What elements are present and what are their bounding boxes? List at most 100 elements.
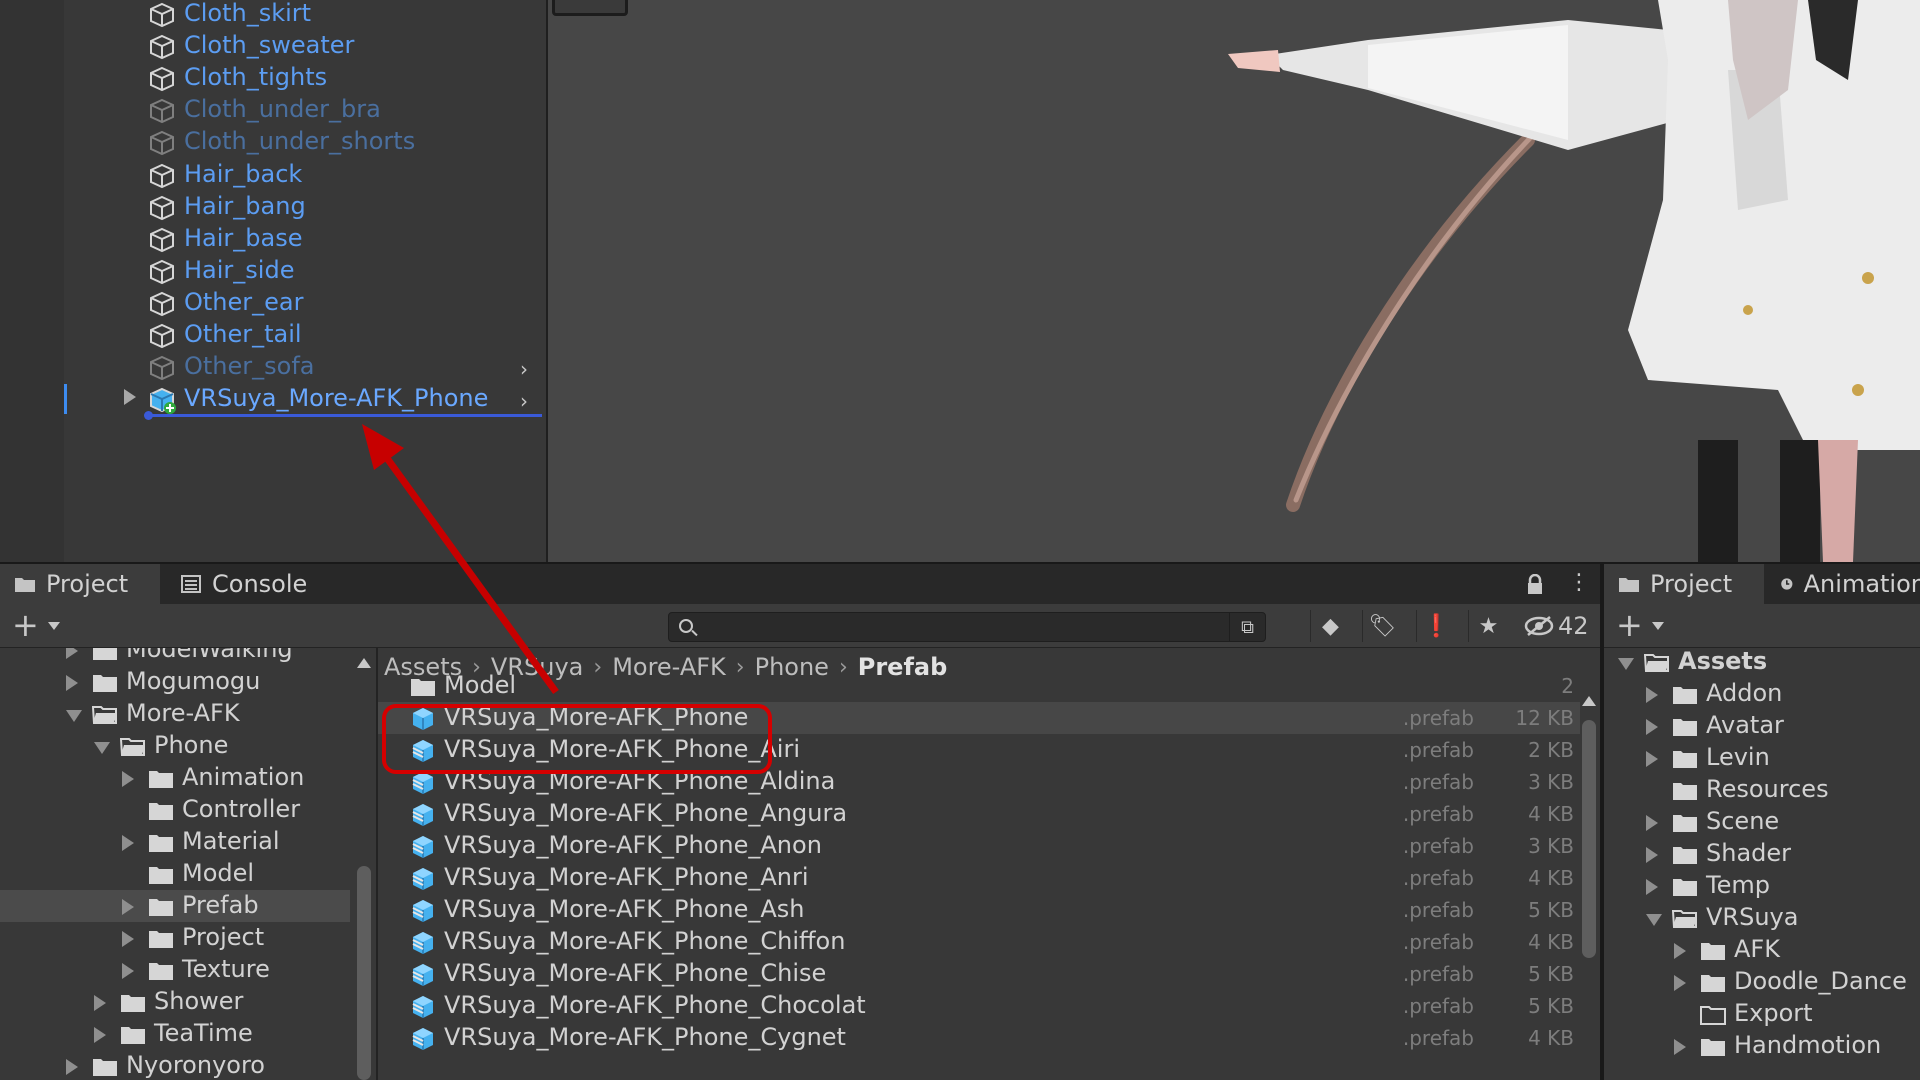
filter-by-label-icon[interactable]: 🏷 [1362, 610, 1402, 642]
hierarchy-item[interactable]: Hair_back [0, 159, 546, 191]
create-add-button[interactable]: + [1616, 609, 1643, 641]
chevron-down-icon[interactable] [48, 622, 60, 630]
collapsed-arrow-icon[interactable] [66, 675, 78, 691]
favorites-star-icon[interactable]: ★ [1468, 610, 1508, 642]
tree-folder-item[interactable]: ModelWalking [0, 648, 350, 666]
hierarchy-item[interactable]: Hair_bang [0, 191, 546, 223]
collapsed-arrow-icon[interactable] [1674, 1039, 1686, 1055]
collapsed-arrow-icon[interactable] [122, 963, 134, 979]
scrollbar-thumb[interactable] [357, 866, 371, 1080]
lock-icon[interactable] [1526, 574, 1544, 596]
hierarchy-item[interactable]: Cloth_tights [0, 62, 546, 94]
tab-project[interactable]: Project [0, 564, 160, 604]
tree-folder-item[interactable]: Controller [0, 794, 350, 826]
collapsed-arrow-icon[interactable] [1646, 847, 1658, 863]
expanded-arrow-icon[interactable] [1646, 914, 1662, 926]
file-list-item[interactable]: VRSuya_More-AFK_Phone_Chocolat .prefab 5 K… [378, 990, 1580, 1022]
expand-arrow-icon[interactable] [124, 389, 136, 406]
tab-project-right[interactable]: Project [1604, 564, 1764, 604]
hierarchy-item[interactable]: Hair_base [0, 223, 546, 255]
right-tree-folder-item[interactable]: Doodle_Dance [1604, 966, 1920, 998]
collapsed-arrow-icon[interactable] [1646, 719, 1658, 735]
hierarchy-item[interactable]: Other_ear [0, 287, 546, 319]
right-tree-folder-item[interactable]: VRSuya [1604, 902, 1920, 934]
kebab-menu-icon[interactable]: ⋮ [1568, 570, 1590, 595]
tree-folder-item[interactable]: Texture [0, 954, 350, 986]
file-list-scrollbar[interactable] [1578, 688, 1600, 1080]
tree-scrollbar[interactable] [352, 648, 376, 1080]
tree-folder-item[interactable]: TeaTime [0, 1018, 350, 1050]
hierarchy-item[interactable]: Cloth_skirt [0, 0, 546, 30]
collapsed-arrow-icon[interactable] [1674, 975, 1686, 991]
hierarchy-item[interactable]: Other_tail [0, 319, 546, 351]
chevron-right-icon[interactable]: › [520, 389, 528, 413]
expanded-arrow-icon[interactable] [1618, 658, 1634, 670]
hierarchy-item[interactable]: Cloth_under_bra [0, 94, 546, 126]
file-list-folder-item[interactable]: Model 2 [378, 670, 1580, 702]
collapsed-arrow-icon[interactable] [1646, 879, 1658, 895]
scrollbar-thumb[interactable] [1582, 720, 1596, 958]
expanded-arrow-icon[interactable] [66, 710, 82, 722]
file-list-item[interactable]: VRSuya_More-AFK_Phone_Aldina .prefab 3 KB [378, 766, 1580, 798]
right-tree-folder-item[interactable]: Export [1604, 998, 1920, 1030]
hierarchy-item[interactable]: Cloth_under_shorts [0, 126, 546, 158]
search-input[interactable]: ⧉ [668, 612, 1266, 642]
tab-console[interactable]: Console [166, 564, 336, 604]
collapsed-arrow-icon[interactable] [122, 835, 134, 851]
collapsed-arrow-icon[interactable] [122, 899, 134, 915]
right-tree-folder-item[interactable]: Shader [1604, 838, 1920, 870]
file-list-item[interactable]: VRSuya_More-AFK_Phone .prefab 12 KB [378, 702, 1580, 734]
tree-folder-item[interactable]: Model [0, 858, 350, 890]
collapsed-arrow-icon[interactable] [1646, 751, 1658, 767]
tree-folder-item[interactable]: Prefab [0, 890, 350, 922]
right-tree-folder-item[interactable]: Scene [1604, 806, 1920, 838]
create-add-button[interactable]: + [12, 609, 39, 641]
collapsed-arrow-icon[interactable] [66, 1059, 78, 1075]
file-list-item[interactable]: VRSuya_More-AFK_Phone_Anon .prefab 3 KB [378, 830, 1580, 862]
right-tree-folder-item[interactable]: Levin [1604, 742, 1920, 774]
expanded-arrow-icon[interactable] [94, 742, 110, 754]
hidden-packages-toggle[interactable]: 42 [1524, 610, 1589, 642]
collapsed-arrow-icon[interactable] [122, 771, 134, 787]
hierarchy-item[interactable]: Hair_side [0, 255, 546, 287]
file-list-item[interactable]: VRSuya_More-AFK_Phone_Cygnet .prefab 4 KB [378, 1022, 1580, 1054]
collapsed-arrow-icon[interactable] [1674, 943, 1686, 959]
tree-folder-item[interactable]: Mogumogu [0, 666, 350, 698]
right-tree-folder-item[interactable]: AFK [1604, 934, 1920, 966]
right-tree-folder-item[interactable]: Resources [1604, 774, 1920, 806]
tree-folder-item[interactable]: Animation [0, 762, 350, 794]
hierarchy-item[interactable]: Cloth_sweater [0, 30, 546, 62]
tab-animation[interactable]: Animation [1766, 564, 1920, 604]
file-list-item[interactable]: VRSuya_More-AFK_Phone_Chiffon .prefab 4 KB [378, 926, 1580, 958]
file-list-item[interactable]: VRSuya_More-AFK_Phone_Airi .prefab 2 KB [378, 734, 1580, 766]
tree-folder-item[interactable]: More-AFK [0, 698, 350, 730]
scene-gizmo-toggle[interactable] [552, 0, 628, 16]
right-tree-folder-item[interactable]: Avatar [1604, 710, 1920, 742]
scene-view[interactable] [548, 0, 1920, 562]
right-tree-folder-item[interactable]: Temp [1604, 870, 1920, 902]
tree-folder-item[interactable]: Material [0, 826, 350, 858]
file-list-item[interactable]: VRSuya_More-AFK_Phone_Anri .prefab 4 KB [378, 862, 1580, 894]
tree-folder-item[interactable]: Phone [0, 730, 350, 762]
file-list-item[interactable]: VRSuya_More-AFK_Phone_Ash .prefab 5 KB [378, 894, 1580, 926]
search-by-type-icon[interactable]: ⧉ [1229, 613, 1265, 641]
scroll-up-arrow-icon[interactable] [357, 658, 371, 668]
filter-by-type-icon[interactable]: ◆ [1310, 610, 1350, 642]
tree-folder-item[interactable]: Project [0, 922, 350, 954]
chevron-down-icon[interactable] [1652, 622, 1664, 630]
collapsed-arrow-icon[interactable] [94, 1027, 106, 1043]
file-list-item[interactable]: VRSuya_More-AFK_Phone_Angura .prefab 4 KB [378, 798, 1580, 830]
hierarchy-item[interactable]: Other_sofa › [0, 351, 546, 383]
right-tree-folder-item[interactable]: Addon [1604, 678, 1920, 710]
collapsed-arrow-icon[interactable] [122, 931, 134, 947]
file-list-item[interactable]: VRSuya_More-AFK_Phone_Chise .prefab 5 KB [378, 958, 1580, 990]
scroll-up-arrow-icon[interactable] [1582, 696, 1596, 706]
tree-folder-item[interactable]: Shower [0, 986, 350, 1018]
chevron-right-icon[interactable]: › [520, 357, 528, 381]
right-tree-folder-item[interactable]: Assets [1604, 648, 1920, 678]
hierarchy-item[interactable]: VRSuya_More-AFK_Phone › [0, 383, 546, 415]
collapsed-arrow-icon[interactable] [94, 995, 106, 1011]
log-types-icon[interactable]: ❗ [1416, 610, 1456, 642]
tree-folder-item[interactable]: Nyoronyoro [0, 1050, 350, 1080]
right-tree-folder-item[interactable]: Handmotion [1604, 1030, 1920, 1062]
